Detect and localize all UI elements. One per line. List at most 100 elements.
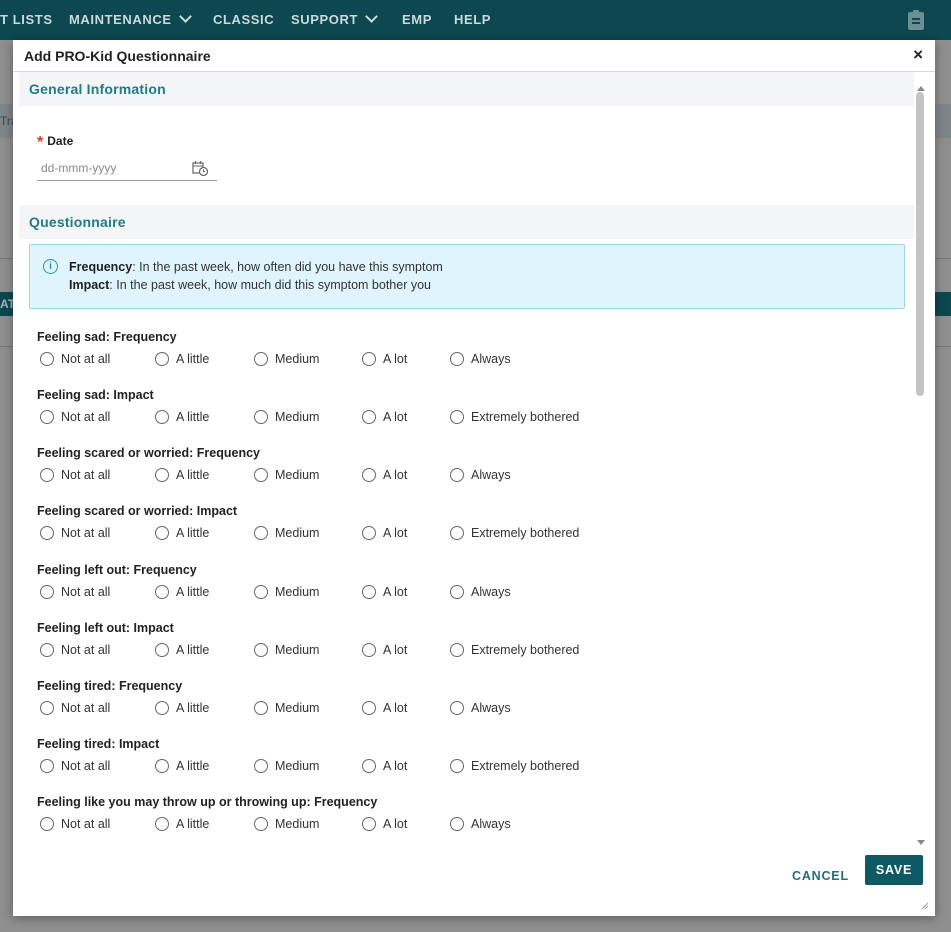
radio-button[interactable] xyxy=(362,701,376,715)
radio-option-medium[interactable]: Medium xyxy=(254,817,319,831)
radio-button[interactable] xyxy=(254,585,268,599)
radio-button[interactable] xyxy=(155,759,169,773)
radio-option-a-lot[interactable]: A lot xyxy=(362,643,407,657)
date-input[interactable] xyxy=(37,156,217,181)
radio-button[interactable] xyxy=(155,468,169,482)
clipboard-icon[interactable] xyxy=(908,10,924,30)
radio-button[interactable] xyxy=(450,701,464,715)
close-button[interactable]: × xyxy=(913,46,923,63)
radio-option-medium[interactable]: Medium xyxy=(254,585,319,599)
cancel-button[interactable]: CANCEL xyxy=(783,861,858,891)
radio-button[interactable] xyxy=(362,759,376,773)
radio-option-extremely-bothered[interactable]: Extremely bothered xyxy=(450,759,579,773)
radio-button[interactable] xyxy=(155,817,169,831)
radio-option-not-at-all[interactable]: Not at all xyxy=(40,468,110,482)
radio-button[interactable] xyxy=(254,643,268,657)
radio-button[interactable] xyxy=(155,410,169,424)
radio-option-a-lot[interactable]: A lot xyxy=(362,410,407,424)
radio-option-not-at-all[interactable]: Not at all xyxy=(40,410,110,424)
radio-option-medium[interactable]: Medium xyxy=(254,526,319,540)
scroll-down-arrow-icon[interactable] xyxy=(917,840,925,845)
radio-option-medium[interactable]: Medium xyxy=(254,643,319,657)
calendar-clock-icon[interactable] xyxy=(192,160,208,176)
radio-option-extremely-bothered[interactable]: Extremely bothered xyxy=(450,526,579,540)
nav-item-lists[interactable]: T LISTS xyxy=(0,12,53,27)
radio-button[interactable] xyxy=(362,526,376,540)
nav-item-support[interactable]: SUPPORT xyxy=(291,10,378,27)
radio-option-a-little[interactable]: A little xyxy=(155,759,209,773)
radio-option-not-at-all[interactable]: Not at all xyxy=(40,526,110,540)
radio-button[interactable] xyxy=(254,526,268,540)
radio-option-a-lot[interactable]: A lot xyxy=(362,701,407,715)
radio-option-medium[interactable]: Medium xyxy=(254,759,319,773)
scroll-up-arrow-icon[interactable] xyxy=(917,86,925,91)
radio-button[interactable] xyxy=(40,410,54,424)
radio-option-medium[interactable]: Medium xyxy=(254,352,319,366)
radio-button[interactable] xyxy=(254,701,268,715)
radio-button[interactable] xyxy=(450,759,464,773)
radio-button[interactable] xyxy=(362,643,376,657)
radio-option-always[interactable]: Always xyxy=(450,352,511,366)
radio-option-a-lot[interactable]: A lot xyxy=(362,759,407,773)
radio-button[interactable] xyxy=(450,410,464,424)
resize-grip-icon[interactable] xyxy=(921,902,929,910)
nav-item-emp[interactable]: EMP xyxy=(402,12,432,27)
radio-option-a-lot[interactable]: A lot xyxy=(362,352,407,366)
radio-option-always[interactable]: Always xyxy=(450,817,511,831)
radio-option-always[interactable]: Always xyxy=(450,468,511,482)
dialog-body[interactable]: General Information *Date Questionnaire … xyxy=(19,72,914,847)
radio-button[interactable] xyxy=(40,643,54,657)
radio-button[interactable] xyxy=(40,352,54,366)
radio-option-a-little[interactable]: A little xyxy=(155,817,209,831)
radio-option-a-lot[interactable]: A lot xyxy=(362,526,407,540)
radio-button[interactable] xyxy=(254,468,268,482)
radio-option-a-lot[interactable]: A lot xyxy=(362,817,407,831)
radio-button[interactable] xyxy=(40,701,54,715)
radio-button[interactable] xyxy=(362,585,376,599)
radio-option-a-lot[interactable]: A lot xyxy=(362,468,407,482)
radio-button[interactable] xyxy=(362,410,376,424)
radio-option-extremely-bothered[interactable]: Extremely bothered xyxy=(450,643,579,657)
radio-button[interactable] xyxy=(254,759,268,773)
radio-option-not-at-all[interactable]: Not at all xyxy=(40,759,110,773)
nav-item-help[interactable]: HELP xyxy=(454,12,491,27)
radio-button[interactable] xyxy=(450,352,464,366)
radio-button[interactable] xyxy=(450,585,464,599)
radio-option-extremely-bothered[interactable]: Extremely bothered xyxy=(450,410,579,424)
radio-button[interactable] xyxy=(254,352,268,366)
radio-button[interactable] xyxy=(254,410,268,424)
radio-option-medium[interactable]: Medium xyxy=(254,468,319,482)
radio-button[interactable] xyxy=(40,759,54,773)
radio-button[interactable] xyxy=(155,585,169,599)
radio-button[interactable] xyxy=(362,352,376,366)
radio-button[interactable] xyxy=(450,468,464,482)
radio-button[interactable] xyxy=(155,643,169,657)
scroll-thumb[interactable] xyxy=(916,92,924,396)
radio-button[interactable] xyxy=(450,643,464,657)
dialog-scrollbar[interactable] xyxy=(914,86,928,851)
radio-option-always[interactable]: Always xyxy=(450,585,511,599)
radio-button[interactable] xyxy=(254,817,268,831)
radio-option-medium[interactable]: Medium xyxy=(254,701,319,715)
radio-option-not-at-all[interactable]: Not at all xyxy=(40,643,110,657)
radio-option-a-little[interactable]: A little xyxy=(155,585,209,599)
radio-button[interactable] xyxy=(362,468,376,482)
radio-button[interactable] xyxy=(450,526,464,540)
nav-item-classic[interactable]: CLASSIC xyxy=(213,12,274,27)
radio-option-medium[interactable]: Medium xyxy=(254,410,319,424)
nav-item-maintenance[interactable]: MAINTENANCE xyxy=(69,10,192,27)
radio-option-a-little[interactable]: A little xyxy=(155,468,209,482)
radio-button[interactable] xyxy=(40,526,54,540)
radio-option-a-little[interactable]: A little xyxy=(155,643,209,657)
radio-button[interactable] xyxy=(450,817,464,831)
radio-button[interactable] xyxy=(40,585,54,599)
radio-option-not-at-all[interactable]: Not at all xyxy=(40,817,110,831)
radio-button[interactable] xyxy=(40,817,54,831)
radio-button[interactable] xyxy=(40,468,54,482)
radio-option-not-at-all[interactable]: Not at all xyxy=(40,352,110,366)
radio-option-a-little[interactable]: A little xyxy=(155,701,209,715)
radio-option-not-at-all[interactable]: Not at all xyxy=(40,701,110,715)
radio-option-a-little[interactable]: A little xyxy=(155,352,209,366)
radio-button[interactable] xyxy=(362,817,376,831)
radio-option-not-at-all[interactable]: Not at all xyxy=(40,585,110,599)
